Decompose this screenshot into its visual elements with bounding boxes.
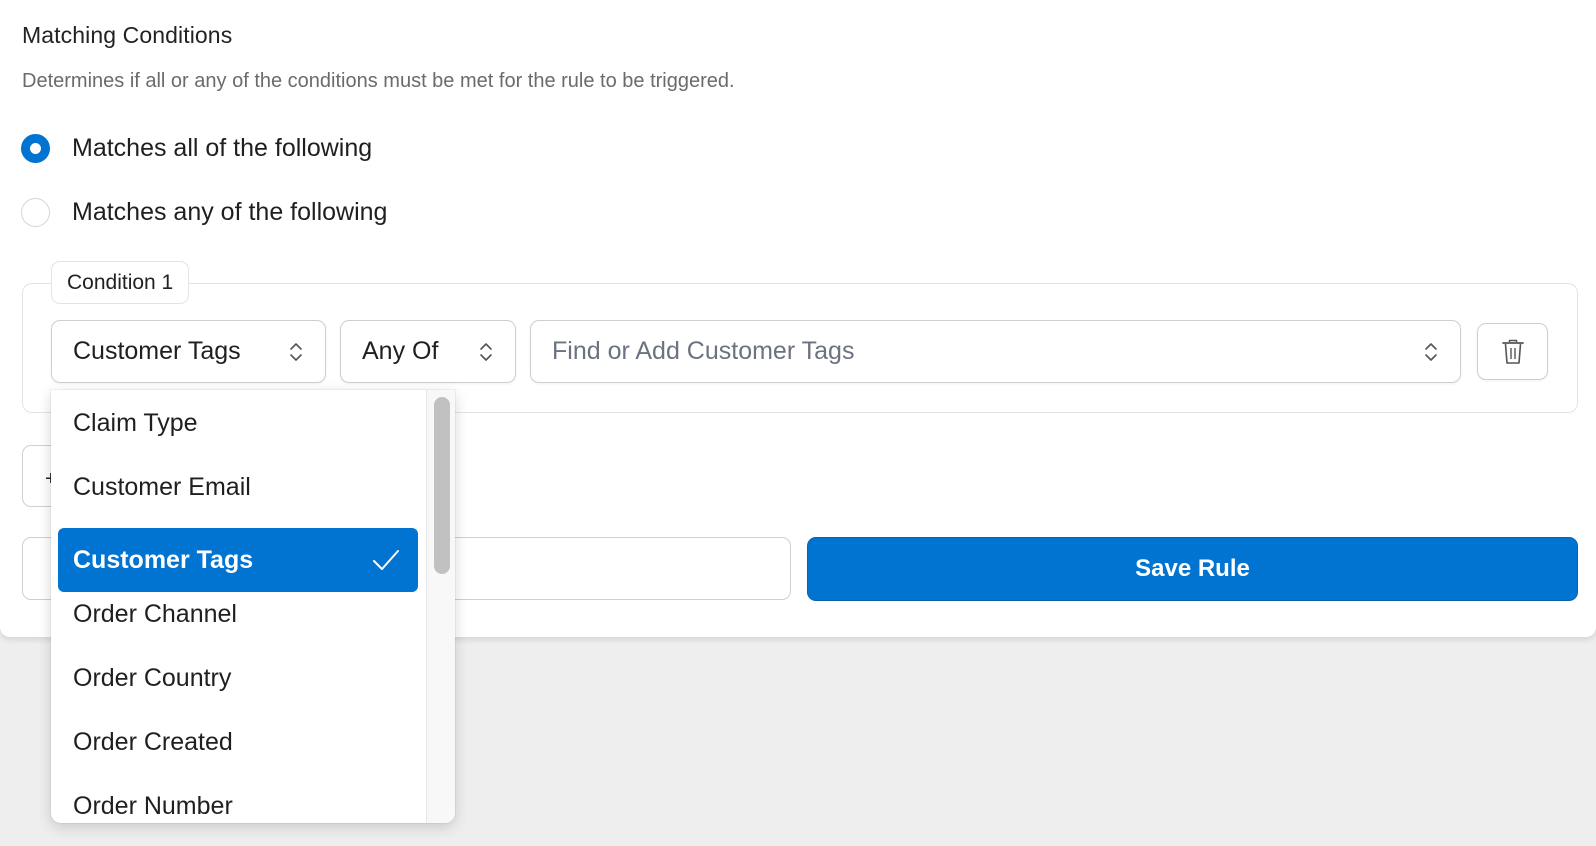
radio-label: Matches any of the following [72, 198, 388, 226]
radio-button-checked[interactable] [21, 134, 50, 163]
operator-select-value: Any Of [362, 337, 439, 365]
radio-label: Matches all of the following [72, 134, 373, 162]
condition-legend: Condition 1 [51, 261, 190, 304]
customer-tags-input[interactable]: Find or Add Customer Tags [530, 320, 1461, 383]
dropdown-item-label: Order Channel [73, 599, 237, 628]
dropdown-item-label: Customer Email [73, 472, 251, 501]
checkmark-icon [373, 550, 399, 570]
field-dropdown-menu: Claim Type Customer Email Customer Tags … [51, 390, 455, 823]
dropdown-item-customer-email[interactable]: Customer Email [58, 455, 418, 519]
field-select-value: Customer Tags [73, 337, 241, 365]
save-rule-button[interactable]: Save Rule [807, 537, 1578, 601]
delete-condition-button[interactable] [1477, 323, 1548, 380]
dropdown-item-order-channel[interactable]: Order Channel [58, 582, 418, 646]
customer-tags-placeholder: Find or Add Customer Tags [552, 337, 855, 365]
dropdown-item-label: Order Country [73, 663, 232, 692]
radio-match-any[interactable]: Matches any of the following [21, 198, 387, 227]
section-title: Matching Conditions [22, 22, 233, 48]
dropdown-scrollbar[interactable] [426, 390, 455, 823]
field-select[interactable]: Customer Tags [51, 320, 326, 383]
save-rule-label: Save Rule [1135, 555, 1250, 582]
chevron-up-down-icon [1425, 342, 1437, 361]
chevron-up-down-icon [290, 342, 302, 361]
dropdown-item-label: Claim Type [73, 408, 198, 437]
chevron-up-down-icon [480, 342, 492, 361]
dropdown-item-claim-type[interactable]: Claim Type [58, 391, 418, 455]
section-description: Determines if all or any of the conditio… [22, 70, 735, 92]
radio-match-all[interactable]: Matches all of the following [21, 134, 372, 163]
dropdown-item-label: Order Created [73, 727, 233, 756]
operator-select[interactable]: Any Of [340, 320, 516, 383]
dropdown-item-order-created[interactable]: Order Created [58, 710, 418, 774]
dropdown-item-order-number[interactable]: Order Number [58, 774, 418, 823]
dropdown-item-label: Order Number [73, 791, 233, 820]
dropdown-item-label: Customer Tags [73, 545, 254, 574]
dropdown-scrollbar-thumb[interactable] [434, 397, 450, 574]
radio-button-unchecked[interactable] [21, 198, 50, 227]
trash-icon [1501, 339, 1524, 364]
dropdown-item-order-country[interactable]: Order Country [58, 646, 418, 710]
